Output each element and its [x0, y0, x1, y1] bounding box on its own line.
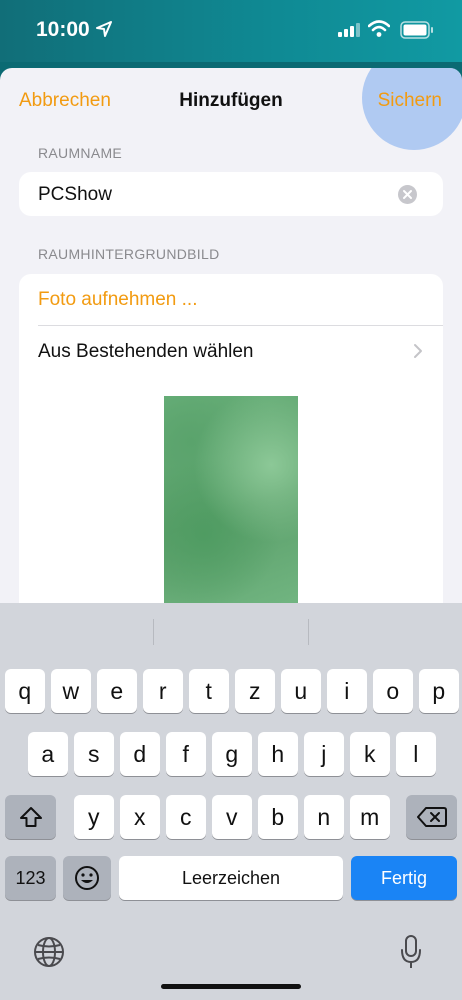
suggestion-divider [153, 619, 154, 645]
key-h[interactable]: h [258, 732, 298, 776]
add-room-sheet: Abbrechen Hinzufügen Sichern RAUMNAME PC… [0, 68, 462, 628]
key-y[interactable]: y [74, 795, 114, 839]
backspace-icon [416, 807, 447, 827]
key-b[interactable]: b [258, 795, 298, 839]
suggestion-bar [0, 603, 462, 659]
suggestion-divider [308, 619, 309, 645]
key-z[interactable]: z [235, 669, 275, 713]
emoji-icon [75, 866, 99, 890]
room-name-input-value[interactable]: PCShow [38, 184, 112, 206]
key-e[interactable]: e [97, 669, 137, 713]
key-g[interactable]: g [212, 732, 252, 776]
key-c[interactable]: c [166, 795, 206, 839]
key-r[interactable]: r [143, 669, 183, 713]
status-time: 10:00 [36, 18, 90, 41]
key-f[interactable]: f [166, 732, 206, 776]
key-m[interactable]: m [350, 795, 390, 839]
key-j[interactable]: j [304, 732, 344, 776]
location-arrow-icon [96, 21, 112, 37]
key-u[interactable]: u [281, 669, 321, 713]
key-n[interactable]: n [304, 795, 344, 839]
chevron-right-icon [414, 344, 422, 358]
globe-icon[interactable] [33, 936, 65, 968]
delete-key[interactable] [406, 795, 457, 839]
battery-icon [400, 21, 433, 39]
microphone-icon[interactable] [400, 934, 422, 970]
key-s[interactable]: s [74, 732, 114, 776]
home-indicator [161, 984, 301, 989]
status-bar: 10:00 [0, 0, 462, 62]
room-name-field[interactable]: PCShow [19, 172, 443, 216]
key-p[interactable]: p [419, 669, 459, 713]
key-v[interactable]: v [212, 795, 252, 839]
key-x[interactable]: x [120, 795, 160, 839]
choose-existing-row[interactable]: Aus Bestehenden wählen [38, 326, 443, 378]
key-a[interactable]: a [28, 732, 68, 776]
shift-key[interactable] [5, 795, 56, 839]
wifi-icon [368, 20, 390, 37]
take-photo-row[interactable]: Foto aufnehmen ... [38, 274, 443, 326]
save-button[interactable]: Sichern [378, 90, 442, 112]
background-section-label: RAUMHINTERGRUNDBILD [38, 246, 220, 262]
cellular-signal-icon [338, 23, 360, 37]
numbers-key[interactable]: 123 [5, 856, 56, 900]
background-image-preview [164, 396, 298, 626]
space-key[interactable]: Leerzeichen [119, 856, 343, 900]
key-t[interactable]: t [189, 669, 229, 713]
choose-existing-label: Aus Bestehenden wählen [38, 341, 254, 362]
clear-text-icon[interactable] [398, 185, 417, 204]
key-o[interactable]: o [373, 669, 413, 713]
done-key[interactable]: Fertig [351, 856, 457, 900]
keyboard: qwertzuiop asdfghjkl yxcvbnm 123 Leerzeich… [0, 603, 462, 1000]
key-l[interactable]: l [396, 732, 436, 776]
key-d[interactable]: d [120, 732, 160, 776]
shift-icon [19, 807, 42, 827]
room-name-section-label: RAUMNAME [38, 145, 123, 161]
background-options-card: Foto aufnehmen ... Aus Bestehenden wähle… [19, 274, 443, 628]
navigation-bar: Abbrechen Hinzufügen Sichern [0, 68, 462, 150]
emoji-key[interactable] [63, 856, 111, 900]
key-i[interactable]: i [327, 669, 367, 713]
key-q[interactable]: q [5, 669, 45, 713]
take-photo-label: Foto aufnehmen ... [38, 289, 198, 310]
key-w[interactable]: w [51, 669, 91, 713]
key-k[interactable]: k [350, 732, 390, 776]
